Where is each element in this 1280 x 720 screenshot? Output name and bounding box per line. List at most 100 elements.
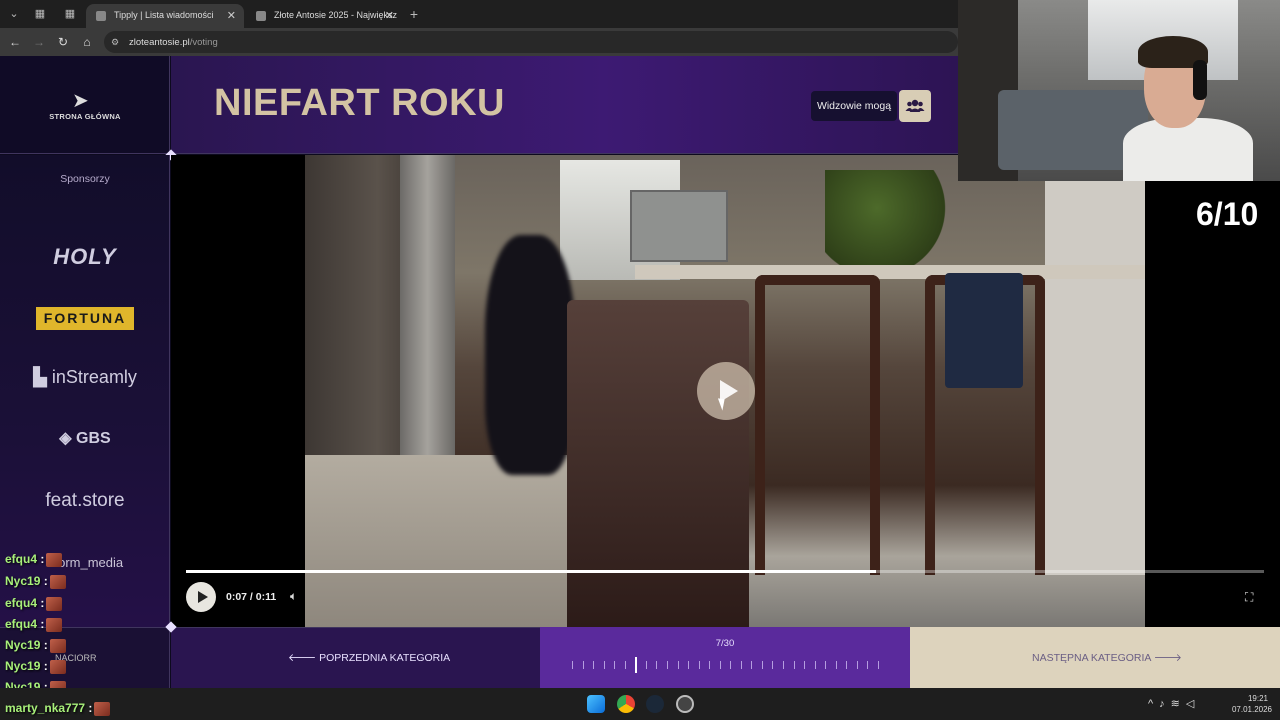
emote-icon (46, 552, 63, 567)
headphones-icon (1193, 60, 1207, 100)
arrow-left-icon: ➤ (72, 90, 89, 112)
volume-icon[interactable]: 🔈︎ (290, 589, 297, 604)
category-tick[interactable] (614, 661, 616, 669)
emote-icon (49, 659, 66, 674)
category-tick[interactable] (783, 661, 785, 669)
sponsor-fortuna[interactable]: FORTUNA (36, 307, 134, 330)
tab-search-icon[interactable]: ⌄ (6, 6, 22, 22)
instreamly-logo-icon: ▙ (33, 367, 52, 387)
sponsor-gbs[interactable]: ◈ GBS (20, 428, 150, 448)
category-tick[interactable] (709, 661, 711, 669)
category-tick[interactable] (814, 661, 816, 669)
viewers-can-label: Widzowie mogą (811, 91, 897, 121)
category-tick[interactable] (730, 661, 732, 669)
chrome-icon[interactable] (617, 695, 635, 713)
pinned-tab-icon[interactable]: ▦ (62, 6, 78, 22)
category-tick[interactable] (572, 661, 573, 669)
emote-icon (49, 638, 66, 653)
category-tick[interactable] (719, 661, 721, 669)
video-time: 0:07 / 0:11 (226, 591, 277, 603)
back-icon[interactable]: ← (8, 35, 22, 49)
tipply-favicon-icon (96, 11, 106, 21)
category-tick[interactable] (624, 661, 626, 669)
arrow-right-icon: 🡒 (1150, 652, 1182, 664)
emote-icon (46, 596, 63, 611)
previous-category-label[interactable]: 🡐 POPRZEDNIA KATEGORIA (288, 651, 450, 664)
category-tick[interactable] (867, 661, 869, 669)
arrow-left-icon: 🡐 (288, 652, 320, 664)
chat-message: Nyc19 : (5, 638, 66, 653)
category-tick[interactable] (856, 661, 858, 669)
emote-icon (46, 617, 63, 632)
category-tick[interactable] (593, 661, 595, 669)
chat-message: efqu4 : (5, 617, 63, 632)
category-tick-current[interactable] (635, 657, 638, 673)
site-info-icon[interactable]: ⚙ (111, 37, 121, 47)
category-tick[interactable] (825, 661, 827, 669)
reload-icon[interactable]: ↻ (56, 35, 70, 49)
forward-icon[interactable]: → (32, 35, 46, 49)
category-tick[interactable] (804, 661, 806, 669)
category-title: NIEFART ROKU (214, 82, 505, 124)
play-button[interactable] (186, 582, 216, 612)
category-tick[interactable] (677, 661, 679, 669)
sponsors-heading: Sponsorzy (60, 173, 110, 185)
category-tick[interactable] (740, 661, 742, 669)
category-tick[interactable] (772, 661, 774, 669)
dog (485, 235, 575, 475)
category-ticks[interactable] (572, 657, 880, 673)
start-icon[interactable] (587, 695, 605, 713)
zlote-antosie-favicon-icon (256, 11, 266, 21)
category-tick[interactable] (761, 661, 763, 669)
fullscreen-icon[interactable]: ⛶ (1245, 590, 1253, 605)
wifi-icon[interactable]: ≋ (1171, 698, 1186, 710)
home-link-label[interactable]: STRONA GŁÓWNA (30, 112, 140, 121)
close-tab-icon[interactable]: ✕ (385, 9, 394, 22)
app-icon[interactable] (676, 695, 694, 713)
chat-message: Nyc19 : (5, 574, 66, 589)
video-progress-fill (186, 570, 876, 573)
viewers-button[interactable] (899, 90, 931, 122)
steam-icon[interactable] (646, 695, 664, 713)
category-tick[interactable] (666, 661, 668, 669)
chat-message: marty_nka777 : (5, 701, 111, 716)
clock-time[interactable]: 19:21 (1238, 694, 1278, 703)
category-tick[interactable] (793, 661, 795, 669)
emote-icon (94, 701, 111, 716)
tab-zlote-antosie[interactable]: Złote Antosie 2025 - Największ ✕ (246, 4, 402, 28)
category-tick[interactable] (878, 661, 879, 669)
chevron-up-icon[interactable]: ^ (1148, 698, 1159, 710)
new-tab-button[interactable]: + (406, 6, 422, 22)
sponsor-holy[interactable]: HOLY (20, 244, 150, 270)
next-category-label[interactable]: NASTĘPNA KATEGORIA 🡒 (1032, 651, 1182, 664)
category-counter: 7/30 (715, 638, 735, 649)
category-tick[interactable] (582, 661, 584, 669)
tab-tipply[interactable]: Tipply | Lista wiadomości ✕ (86, 4, 244, 28)
clock-date[interactable]: 07.01.2026 (1226, 705, 1278, 714)
close-tab-icon[interactable]: ✕ (227, 9, 236, 22)
category-tick[interactable] (645, 661, 647, 669)
taskbar (0, 688, 1280, 720)
emote-icon (49, 574, 66, 589)
category-tick[interactable] (688, 661, 690, 669)
chat-message: Nyc19 : (5, 659, 66, 674)
category-tick[interactable] (656, 661, 658, 669)
microphone-icon[interactable]: ♪ (1159, 698, 1171, 710)
address-bar[interactable]: zloteantosie.pl/voting (104, 31, 958, 53)
chat-message: efqu4 : (5, 552, 63, 567)
category-tick[interactable] (698, 661, 700, 669)
chat-message: efqu4 : (5, 596, 63, 611)
sponsor-feat-store[interactable]: feat.store (20, 490, 150, 512)
home-icon[interactable]: ⌂ (80, 35, 94, 49)
category-tick[interactable] (835, 661, 837, 669)
score-overlay: 6/10 (1196, 196, 1259, 232)
webcam-overlay (958, 0, 1280, 181)
category-tick[interactable] (846, 661, 848, 669)
system-tray[interactable]: ^♪≋◁ (1148, 697, 1200, 710)
speaker-icon[interactable]: ◁ (1186, 698, 1200, 710)
category-tick[interactable] (751, 661, 753, 669)
big-play-button[interactable] (697, 362, 755, 420)
sponsor-instreamly[interactable]: ▙ inStreamly (20, 367, 150, 388)
pinned-tab-icon[interactable]: ▦ (32, 6, 48, 22)
category-tick[interactable] (603, 661, 605, 669)
